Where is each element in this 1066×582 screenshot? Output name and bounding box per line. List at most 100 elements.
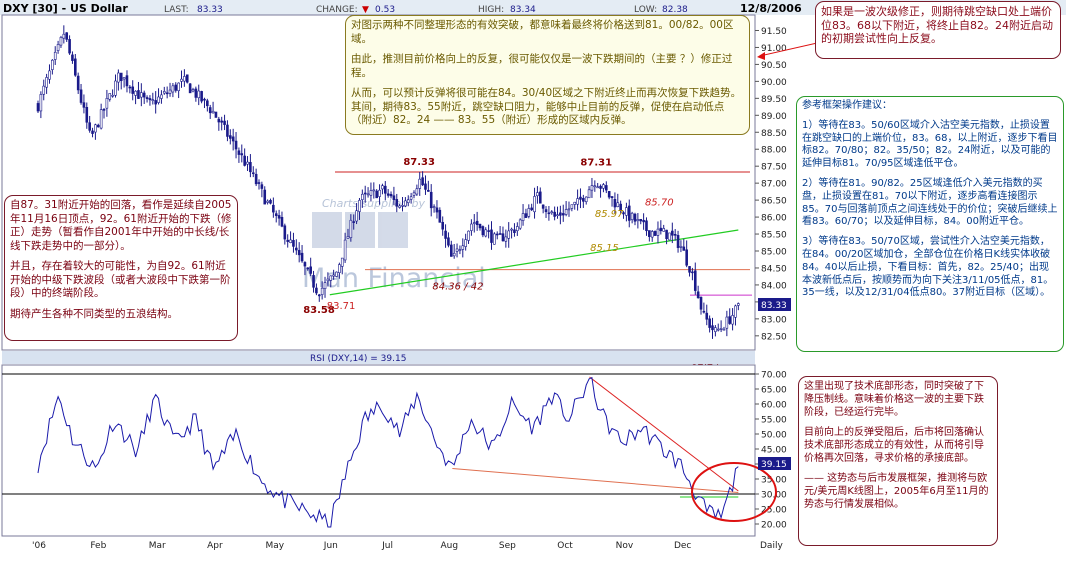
candle-body: [220, 120, 223, 123]
candle-body: [191, 89, 195, 92]
candle-body: [668, 232, 671, 241]
candle-body: [82, 102, 86, 108]
candle-body: [188, 83, 192, 94]
price-tick-label: 89.00: [761, 112, 787, 122]
x-tick-label: Oct: [557, 541, 573, 551]
candle-body: [369, 190, 373, 196]
candle-body: [332, 274, 335, 277]
rsi-tick-label: 65.00: [761, 386, 787, 396]
price-tick-label: 87.00: [761, 180, 787, 190]
candle-body: [490, 229, 493, 243]
candle-body: [223, 120, 226, 125]
candle-body: [510, 228, 513, 231]
candle-body: [544, 209, 548, 213]
candle-body: [243, 155, 246, 166]
note-right-green-p1: 参考框架操作建议：: [802, 100, 892, 111]
candle-body: [74, 58, 77, 76]
candle-body: [151, 99, 155, 101]
candle-body: [297, 250, 301, 256]
candle-body: [653, 231, 657, 236]
candle-body: [584, 196, 588, 202]
candle-body: [737, 303, 740, 306]
candle-body: [547, 212, 551, 215]
candle-body: [366, 193, 370, 196]
candle-body: [573, 201, 577, 205]
candle-body: [481, 226, 485, 236]
last-label: LAST:: [164, 5, 189, 15]
candle-body: [346, 236, 350, 239]
candle-body: [734, 305, 737, 318]
change-value: 0.53: [375, 5, 395, 15]
candle: [653, 230, 657, 236]
candle-body: [358, 200, 361, 212]
candle-body: [702, 310, 706, 313]
candle-body: [65, 32, 69, 40]
candle-body: [231, 136, 235, 142]
candle-body: [88, 122, 91, 131]
candle-body: [541, 204, 545, 209]
change-label: CHANGE:: [316, 5, 358, 15]
candle-body: [625, 207, 628, 216]
price-tick-label: 91.50: [761, 27, 787, 37]
candle-body: [501, 233, 505, 242]
candle-body: [117, 72, 120, 83]
candle-body: [119, 72, 123, 82]
candle-body: [194, 88, 198, 98]
x-tick-label: Jul: [381, 541, 393, 551]
candle-body: [352, 221, 356, 223]
note-left: 自87。31附近开始的回落，看作是延续自2005年11月16日顶点，92。61附…: [4, 195, 238, 341]
price-tick-label: 89.50: [761, 95, 787, 105]
note-bottom-right-p3: —— 这势态与后市发展框架，推测将与欧元/美元周K线图上，2005年6月至11月…: [804, 473, 989, 510]
candle-body: [590, 185, 594, 191]
candle-body: [564, 209, 568, 215]
key-level-label: 85.15: [590, 243, 619, 254]
candle-body: [386, 193, 390, 196]
candle-body: [260, 184, 264, 189]
candle-body: [472, 222, 476, 224]
note-left-p2: 并且，存在着较大的可能性，为自92。61附近开始的中级下跌波段（或者大波段中下跌…: [10, 260, 231, 299]
candle: [188, 83, 192, 94]
candle-body: [602, 184, 605, 189]
candle-body: [154, 100, 157, 105]
rsi-tick-label: 55.00: [761, 416, 787, 426]
candle-body: [229, 135, 232, 139]
price-tick-label: 85.00: [761, 248, 787, 258]
candle-body: [320, 287, 324, 295]
candle-body: [567, 208, 571, 211]
candle-body: [536, 192, 539, 197]
x-tick-label: Aug: [441, 541, 459, 551]
candle-body: [518, 219, 522, 229]
candle-body: [582, 198, 585, 202]
x-axis: '06 Feb Mar Apr May Jun Jul Aug Sep Oct Nov Dec Dail…: [32, 541, 783, 551]
candle-body: [432, 206, 436, 208]
candle-body: [671, 230, 674, 236]
rsi-tick-label: 20.00: [761, 521, 787, 531]
candle-body: [616, 202, 620, 207]
candle-body: [128, 86, 132, 89]
rsi-tick-label: 70.00: [761, 371, 787, 381]
key-level-label: 84.36 / 42: [432, 282, 483, 293]
candle-body: [197, 90, 201, 99]
candle-body: [461, 245, 465, 250]
candle-body: [140, 92, 143, 98]
candle-body: [659, 227, 663, 232]
price-tick-label: 83.00: [761, 315, 787, 325]
low-value: 82.38: [662, 5, 688, 15]
candle-body: [705, 312, 709, 320]
candle-body: [326, 278, 330, 282]
candle-body: [444, 230, 447, 239]
price-tick-label: 82.50: [761, 332, 787, 342]
candle-body: [429, 191, 433, 209]
candle-body: [699, 296, 703, 310]
header-date: 12/8/2006: [740, 2, 802, 15]
candle-body: [145, 97, 149, 99]
candle-body: [716, 328, 720, 331]
candle-body: [372, 189, 376, 192]
x-tick-label: Daily: [760, 541, 783, 551]
candle-body: [286, 239, 290, 242]
candle-body: [257, 182, 261, 184]
candle-body: [381, 185, 384, 190]
x-tick-label: Sep: [499, 541, 516, 551]
candle-body: [524, 213, 528, 218]
note-top-right: 如果是一波次级修正，则期待跳空缺口处上端价位83。68以下附近，将终止自82。2…: [815, 1, 1061, 59]
